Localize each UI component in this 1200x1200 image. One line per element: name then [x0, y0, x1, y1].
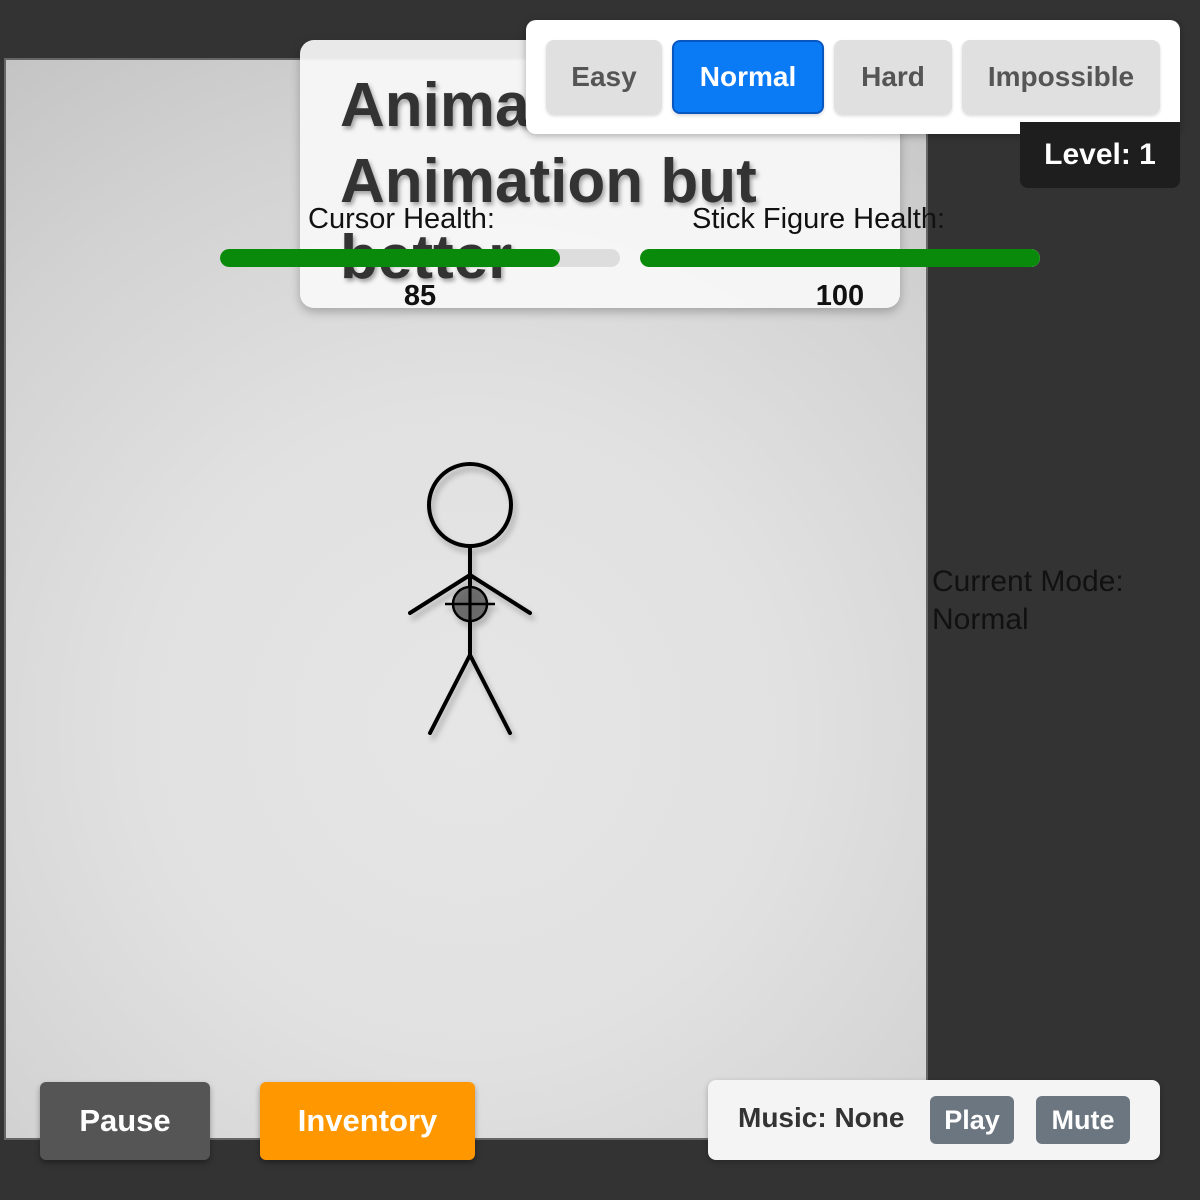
- difficulty-hard-button[interactable]: Hard: [834, 40, 952, 114]
- crosshair-cursor-icon: [445, 585, 495, 623]
- game-screen: Animation vs Animation but better Easy N…: [0, 0, 1200, 1200]
- difficulty-selector: Easy Normal Hard Impossible: [526, 20, 1180, 134]
- stick-figure-left-leg: [428, 653, 472, 735]
- stick-figure-right-leg: [468, 653, 512, 735]
- cursor-health-fill: [220, 249, 560, 267]
- stick-figure-health-bar: [640, 249, 1040, 267]
- current-mode-label: Current Mode:: [932, 565, 1124, 598]
- pause-button[interactable]: Pause: [40, 1082, 210, 1160]
- music-play-button[interactable]: Play: [930, 1096, 1014, 1144]
- cursor-health-value: 85: [403, 280, 437, 312]
- stick-figure-health-fill: [640, 249, 1040, 267]
- stick-figure-health-value: 100: [815, 280, 865, 312]
- stick-figure-health-label: Stick Figure Health:: [692, 203, 946, 235]
- stick-figure-head: [427, 462, 513, 548]
- music-status: Music: None: [738, 1102, 905, 1133]
- inventory-button[interactable]: Inventory: [260, 1082, 475, 1160]
- cursor-health-bar: [220, 249, 620, 267]
- music-panel: Music: None Play Mute: [708, 1080, 1160, 1160]
- difficulty-normal-button[interactable]: Normal: [672, 40, 824, 114]
- current-mode-value: Normal: [932, 603, 1029, 636]
- music-mute-button[interactable]: Mute: [1036, 1096, 1130, 1144]
- current-mode-display: Current Mode: Normal: [932, 563, 1124, 639]
- stick-figure-enemy[interactable]: [400, 455, 540, 745]
- level-indicator: Level: 1: [1020, 122, 1180, 188]
- cursor-health-label: Cursor Health:: [308, 203, 495, 235]
- difficulty-easy-button[interactable]: Easy: [546, 40, 662, 114]
- difficulty-impossible-button[interactable]: Impossible: [962, 40, 1160, 114]
